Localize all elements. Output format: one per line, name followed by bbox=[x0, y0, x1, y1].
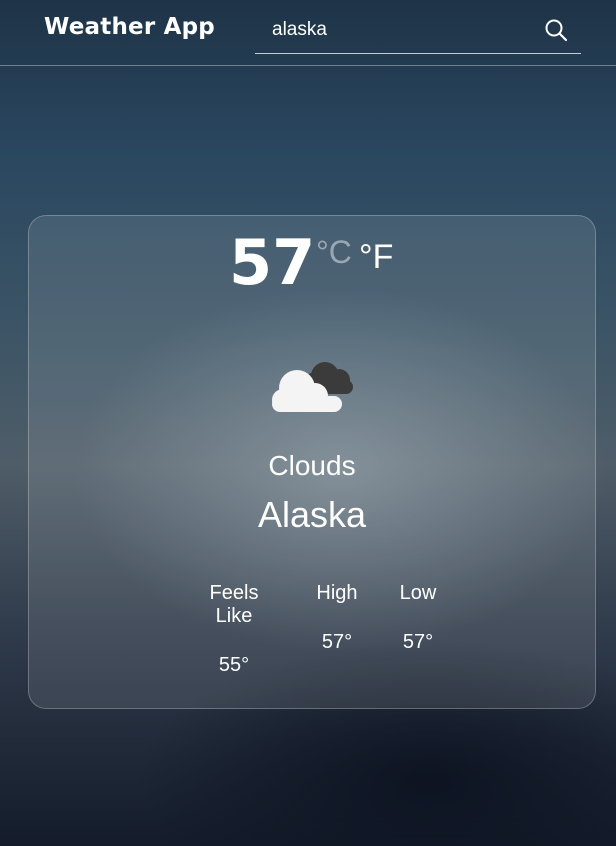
fahrenheit-toggle[interactable]: °F bbox=[359, 238, 393, 277]
feels-like-stat: Feels Like 55° bbox=[189, 582, 279, 677]
low-stat: Low 57° bbox=[393, 582, 443, 654]
search-input[interactable] bbox=[270, 16, 524, 44]
weather-card: 57 °C °F Clouds Alaska Feels Like 55° Hi… bbox=[28, 215, 596, 709]
low-value: 57° bbox=[402, 631, 434, 653]
high-stat: High 57° bbox=[312, 582, 362, 654]
app-header: Weather App bbox=[0, 0, 616, 66]
celsius-toggle[interactable]: °C bbox=[316, 234, 352, 271]
feels-like-value: 55° bbox=[218, 654, 250, 676]
weather-condition: Clouds bbox=[268, 450, 356, 481]
search-bar[interactable] bbox=[255, 8, 581, 54]
city-name: Alaska bbox=[257, 494, 367, 535]
low-label: Low bbox=[399, 582, 437, 604]
temperature-value: 57 bbox=[229, 226, 316, 299]
high-value: 57° bbox=[321, 631, 353, 653]
high-label: High bbox=[316, 582, 358, 604]
app-title: Weather App bbox=[44, 14, 215, 40]
cloud-icon bbox=[267, 354, 359, 416]
search-icon[interactable] bbox=[543, 17, 569, 43]
feels-like-label: Feels Like bbox=[209, 582, 259, 627]
